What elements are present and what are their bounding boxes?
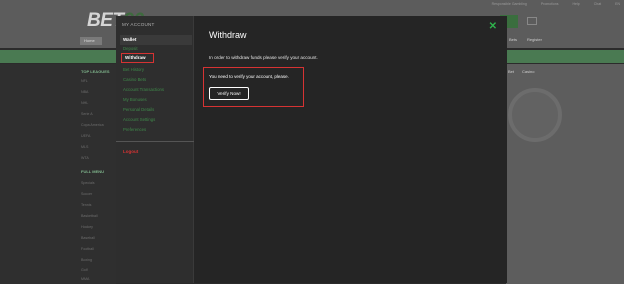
account-title: MY ACCOUNT — [122, 22, 155, 27]
sidebar-item[interactable]: Hockey — [81, 225, 93, 229]
menu-item-account-settings[interactable]: Account Settings — [123, 117, 155, 122]
tab-casino[interactable]: Casino — [522, 69, 534, 74]
decorative-circle — [508, 88, 562, 142]
menu-item-withdraw[interactable]: Withdraw — [121, 53, 154, 63]
sidebar-item[interactable]: Serie A — [81, 112, 93, 116]
menu-item-account-transactions[interactable]: Account Transactions — [123, 87, 164, 92]
tab-bet[interactable]: Bet — [508, 69, 514, 74]
account-modal: MY ACCOUNT Wallet Deposit Withdraw Bet H… — [116, 16, 507, 283]
bets-chip[interactable]: Bets — [509, 36, 517, 44]
account-menu: MY ACCOUNT Wallet Deposit Withdraw Bet H… — [116, 16, 194, 283]
sidebar-item[interactable]: WTA — [81, 156, 89, 160]
menu-item-personal-details[interactable]: Personal Details — [123, 107, 154, 112]
sidebar-item[interactable]: MLS — [81, 145, 88, 149]
sidebar-item[interactable]: MMA — [81, 277, 89, 281]
sidebar-item[interactable]: NFL — [81, 79, 88, 83]
logout-link[interactable]: Logout — [123, 149, 138, 154]
section-title: TOP LEAGUES — [81, 69, 110, 74]
section-title: FULL MENU — [81, 169, 105, 174]
sidebar-item[interactable]: UEFA — [81, 134, 90, 138]
sidebar-item[interactable]: Soccer — [81, 192, 92, 196]
menu-item-my-bonuses[interactable]: My Bonuses — [123, 97, 147, 102]
withdraw-info-text: In order to withdraw funds please verify… — [209, 55, 318, 60]
menu-item-preferences[interactable]: Preferences — [123, 127, 146, 132]
sidebar-item[interactable]: NHL — [81, 101, 88, 105]
sidebar-item[interactable]: Boxing — [81, 258, 92, 262]
menu-item-deposit[interactable]: Deposit — [123, 46, 138, 51]
sidebar-item[interactable]: Golf — [81, 268, 88, 272]
left-sidebar — [0, 64, 116, 284]
verify-message: You need to verify your account, please. — [209, 74, 289, 79]
withdraw-content: Withdraw ✕ In order to withdraw funds pl… — [194, 16, 507, 283]
home-button[interactable]: Home — [80, 37, 102, 45]
menu-item-casino-bets[interactable]: Casino Bets — [123, 77, 146, 82]
sidebar-item[interactable]: Basketball — [81, 214, 98, 218]
sidebar-item[interactable]: Specials — [81, 181, 95, 185]
menu-item-bet-history[interactable]: Bet History — [123, 67, 144, 72]
menu-divider — [116, 141, 194, 142]
verify-notice: You need to verify your account, please.… — [203, 67, 304, 107]
register-chip[interactable]: Register — [527, 36, 542, 44]
top-link[interactable]: Responsible Gambling — [492, 2, 527, 6]
close-icon[interactable]: ✕ — [489, 21, 497, 32]
top-link[interactable]: Promotions — [541, 2, 559, 6]
top-link[interactable]: Chat — [594, 2, 601, 6]
sidebar-item[interactable]: Baseball — [81, 236, 95, 240]
sidebar-item[interactable]: NBA — [81, 90, 88, 94]
sidebar-item[interactable]: Tennis — [81, 203, 91, 207]
top-link[interactable]: Help — [573, 2, 580, 6]
verify-now-button[interactable]: Verify Now! — [209, 87, 249, 100]
page-title: Withdraw — [209, 30, 247, 40]
top-links: Responsible Gambling Promotions Help Cha… — [492, 2, 620, 6]
sidebar-item[interactable]: Copa America — [81, 123, 104, 127]
mail-icon[interactable] — [527, 17, 537, 25]
sidebar-item[interactable]: Football — [81, 247, 94, 251]
top-link[interactable]: EN — [615, 2, 620, 6]
menu-wallet[interactable]: Wallet — [120, 35, 192, 45]
